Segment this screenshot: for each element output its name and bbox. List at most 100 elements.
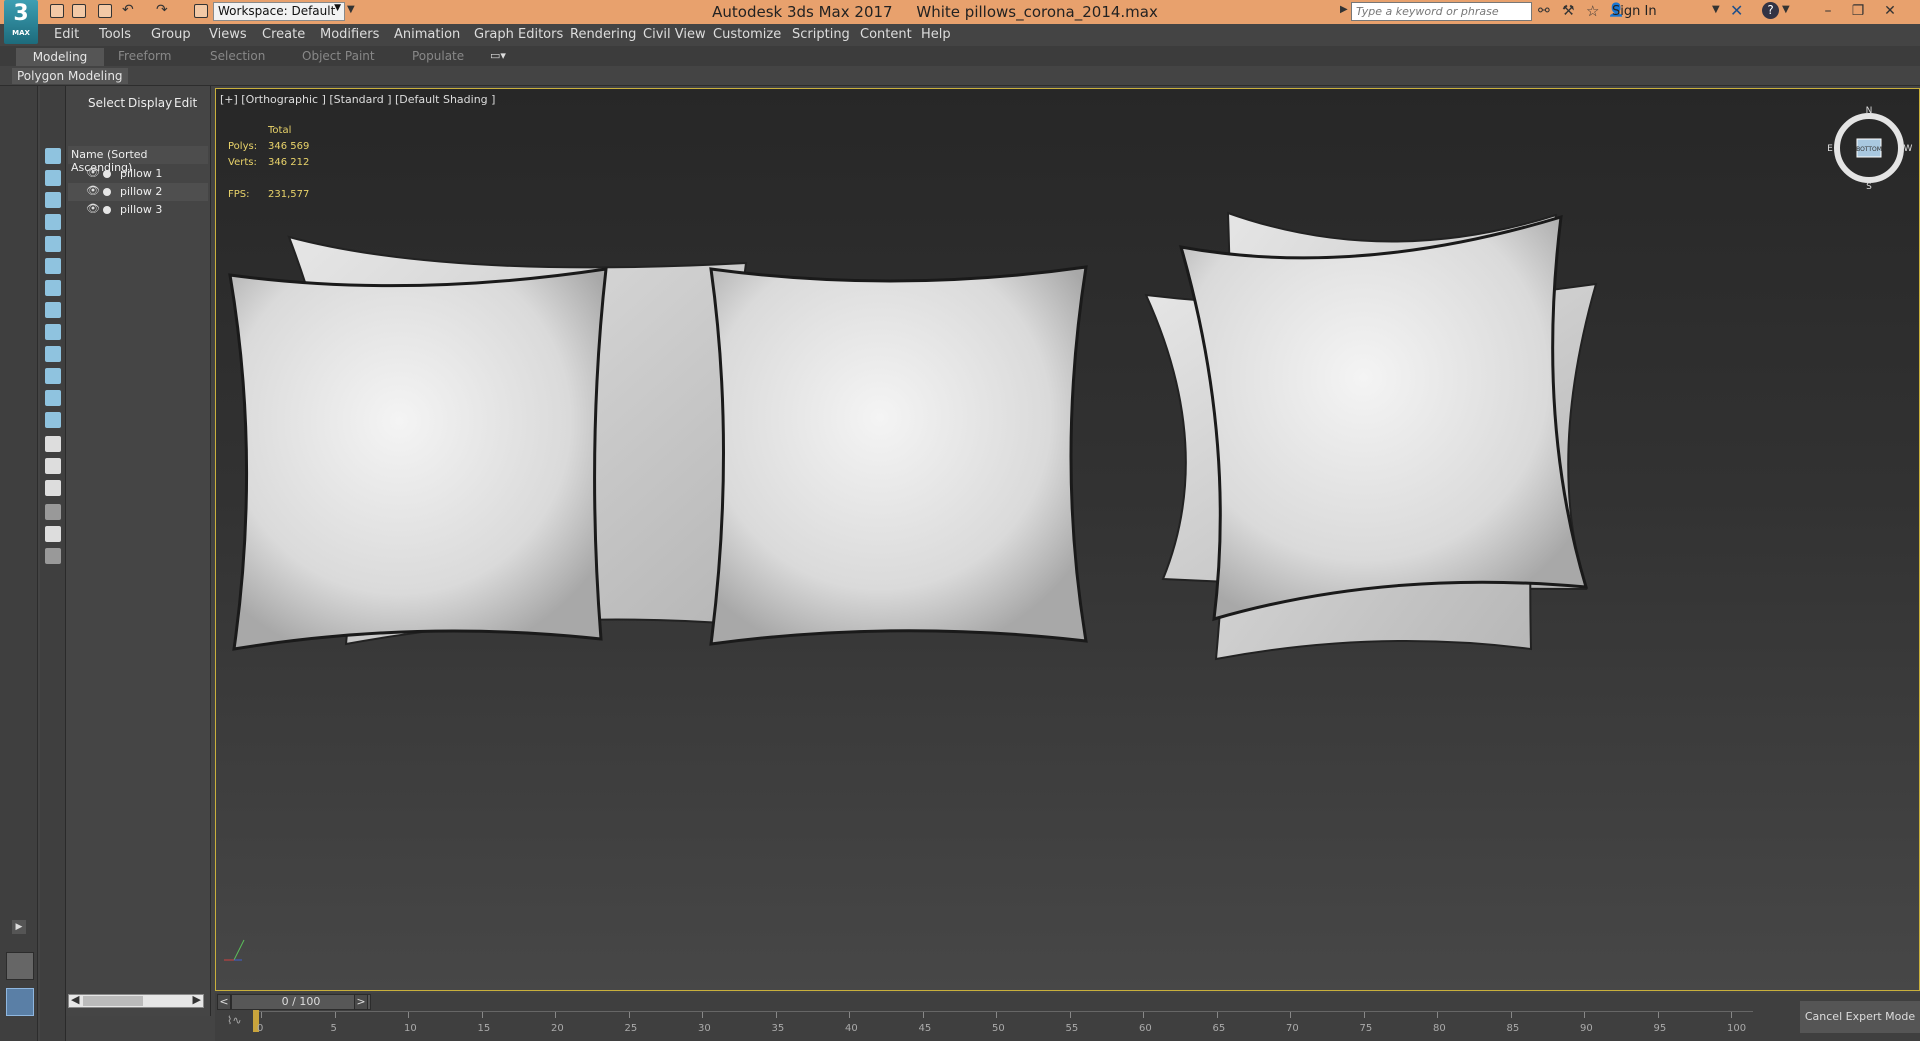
menu-content[interactable]: Content — [860, 27, 912, 42]
pillow-3-model[interactable] — [1144, 211, 1598, 661]
timeline-track[interactable]: 0 5 10 15 20 25 30 35 40 45 50 55 60 65 70 75 80 85 90 95 10… — [253, 1010, 1753, 1034]
display-all-icon[interactable] — [45, 148, 61, 164]
search-input[interactable]: Type a keyword or phrase — [1351, 2, 1532, 21]
redo-icon[interactable]: ↷ — [156, 2, 168, 18]
list-item-pillow-2[interactable]: 👁 pillow 2 — [68, 183, 208, 201]
perspective-viewport[interactable]: [+] [Orthographic ] [Standard ] [Default… — [215, 88, 1920, 991]
pillow-1-model[interactable] — [228, 235, 748, 651]
viewport-layout-thumbnail[interactable] — [6, 952, 34, 980]
timeline-tick — [334, 1012, 336, 1018]
binoculars-icon[interactable]: ⚯ — [1538, 3, 1550, 19]
hidden-filter-icon[interactable] — [45, 412, 61, 428]
help-chevron-icon[interactable]: ▼ — [1782, 4, 1790, 15]
workspace-dropdown[interactable]: Workspace: Default ▼ — [213, 2, 345, 21]
menu-graph-editors[interactable]: Graph Editors — [474, 27, 563, 42]
app-logo[interactable]: 3 MAX — [4, 0, 38, 44]
menu-rendering[interactable]: Rendering — [570, 27, 636, 42]
container-filter-icon[interactable] — [45, 368, 61, 384]
menu-customize[interactable]: Customize — [713, 27, 781, 42]
light-filter-icon[interactable] — [45, 214, 61, 230]
viewcube-face-label[interactable]: BOTTOM — [1856, 146, 1882, 153]
group-filter-icon[interactable] — [45, 302, 61, 318]
cancel-expert-mode-button[interactable]: Cancel Expert Mode — [1800, 1001, 1920, 1033]
tab-edit[interactable]: Edit — [174, 96, 197, 110]
exchange-apps-icon[interactable]: ✕ — [1730, 1, 1743, 20]
find-icon[interactable] — [45, 504, 61, 520]
menu-civil-view[interactable]: Civil View — [643, 27, 706, 42]
list-item-pillow-1[interactable]: 👁 pillow 1 — [68, 165, 208, 183]
tab-object-paint[interactable]: Object Paint — [302, 49, 375, 63]
menu-group[interactable]: Group — [151, 27, 191, 42]
ribbon-options-icon[interactable]: ▭▾ — [490, 49, 506, 62]
save-icon[interactable] — [98, 4, 112, 18]
pillow-2-model[interactable] — [709, 265, 1088, 646]
xref-filter-icon[interactable] — [45, 324, 61, 340]
prev-frame-button[interactable]: < — [217, 994, 231, 1010]
tab-selection[interactable]: Selection — [210, 49, 265, 63]
curve-editor-icon[interactable]: ⌇∿ — [227, 1014, 242, 1027]
menu-help[interactable]: Help — [921, 27, 951, 42]
new-file-icon[interactable] — [50, 4, 64, 18]
timeline-tick-label: 75 — [1359, 1023, 1373, 1034]
layer-icon[interactable] — [45, 548, 61, 564]
scene-explorer-scrollbar[interactable]: ◀ ▶ — [68, 993, 204, 1008]
list-item-pillow-3[interactable]: 👁 pillow 3 — [68, 201, 208, 219]
menu-scripting[interactable]: Scripting — [792, 27, 850, 42]
scroll-right-icon[interactable]: ▶ — [193, 993, 201, 1006]
visibility-eye-icon[interactable]: 👁 — [86, 166, 100, 179]
display-invert-icon[interactable] — [45, 458, 61, 474]
item-label: pillow 3 — [120, 203, 163, 216]
menu-animation[interactable]: Animation — [394, 27, 460, 42]
customize-quick-access-icon[interactable]: ▼ — [347, 4, 355, 15]
minimize-button[interactable]: – — [1816, 2, 1840, 20]
tab-freeform[interactable]: Freeform — [118, 49, 171, 63]
favorites-star-icon[interactable]: ☆ — [1586, 2, 1599, 20]
geometry-filter-icon[interactable] — [45, 170, 61, 186]
sign-in-button[interactable]: Sign In — [1612, 4, 1657, 19]
shape-filter-icon[interactable] — [45, 192, 61, 208]
project-folder-icon[interactable] — [194, 4, 208, 18]
scroll-left-icon[interactable]: ◀ — [71, 993, 79, 1006]
scrollbar-thumb[interactable] — [83, 996, 143, 1006]
timeline-tick-label: 55 — [1065, 1023, 1079, 1034]
help-icon[interactable]: ? — [1762, 2, 1779, 19]
camera-filter-icon[interactable] — [45, 236, 61, 252]
sign-in-chevron-icon[interactable]: ▼ — [1712, 4, 1720, 15]
filter-icon[interactable] — [45, 526, 61, 542]
subscription-icon[interactable]: ⚒ — [1562, 3, 1575, 19]
open-file-icon[interactable] — [72, 4, 86, 18]
menu-edit[interactable]: Edit — [54, 27, 79, 42]
display-none-icon[interactable] — [45, 436, 61, 452]
search-expand-icon[interactable]: ▶ — [1340, 4, 1348, 15]
column-header-name[interactable]: Name (Sorted Ascending) — [68, 146, 208, 174]
tab-modeling[interactable]: Modeling — [16, 48, 104, 66]
frozen-filter-icon[interactable] — [45, 390, 61, 406]
menu-views[interactable]: Views — [209, 27, 247, 42]
tab-select[interactable]: Select — [88, 96, 125, 110]
polygon-modeling-panel[interactable]: Polygon Modeling — [12, 68, 128, 84]
viewcube[interactable]: BOTTOM N E W S — [1824, 103, 1914, 193]
tab-populate[interactable]: Populate — [412, 49, 464, 63]
close-button[interactable]: ✕ — [1878, 2, 1902, 20]
expand-strip-icon[interactable]: ▶ — [12, 920, 26, 934]
visibility-eye-icon[interactable]: 👁 — [86, 202, 100, 215]
helper-filter-icon[interactable] — [45, 258, 61, 274]
timeline-tick-label: 60 — [1139, 1023, 1152, 1034]
timeline-tick — [1584, 1012, 1585, 1018]
timeline-tick — [1437, 1012, 1438, 1018]
properties-icon[interactable] — [45, 480, 61, 496]
visibility-eye-icon[interactable]: 👁 — [86, 184, 100, 197]
bone-filter-icon[interactable] — [45, 346, 61, 362]
menu-create[interactable]: Create — [262, 27, 305, 42]
axis-tripod — [224, 939, 245, 961]
tab-display[interactable]: Display — [128, 96, 172, 110]
menu-modifiers[interactable]: Modifiers — [320, 27, 379, 42]
time-slider[interactable]: 0 / 100 — [231, 994, 371, 1010]
undo-icon[interactable]: ↶ — [122, 2, 134, 18]
next-frame-button[interactable]: > — [354, 994, 368, 1010]
workspace-label: Workspace: Default — [218, 4, 336, 18]
menu-tools[interactable]: Tools — [99, 27, 131, 42]
spacewarp-filter-icon[interactable] — [45, 280, 61, 296]
viewport-layout-thumbnail-active[interactable] — [6, 988, 34, 1016]
restore-button[interactable]: ❐ — [1846, 2, 1870, 20]
